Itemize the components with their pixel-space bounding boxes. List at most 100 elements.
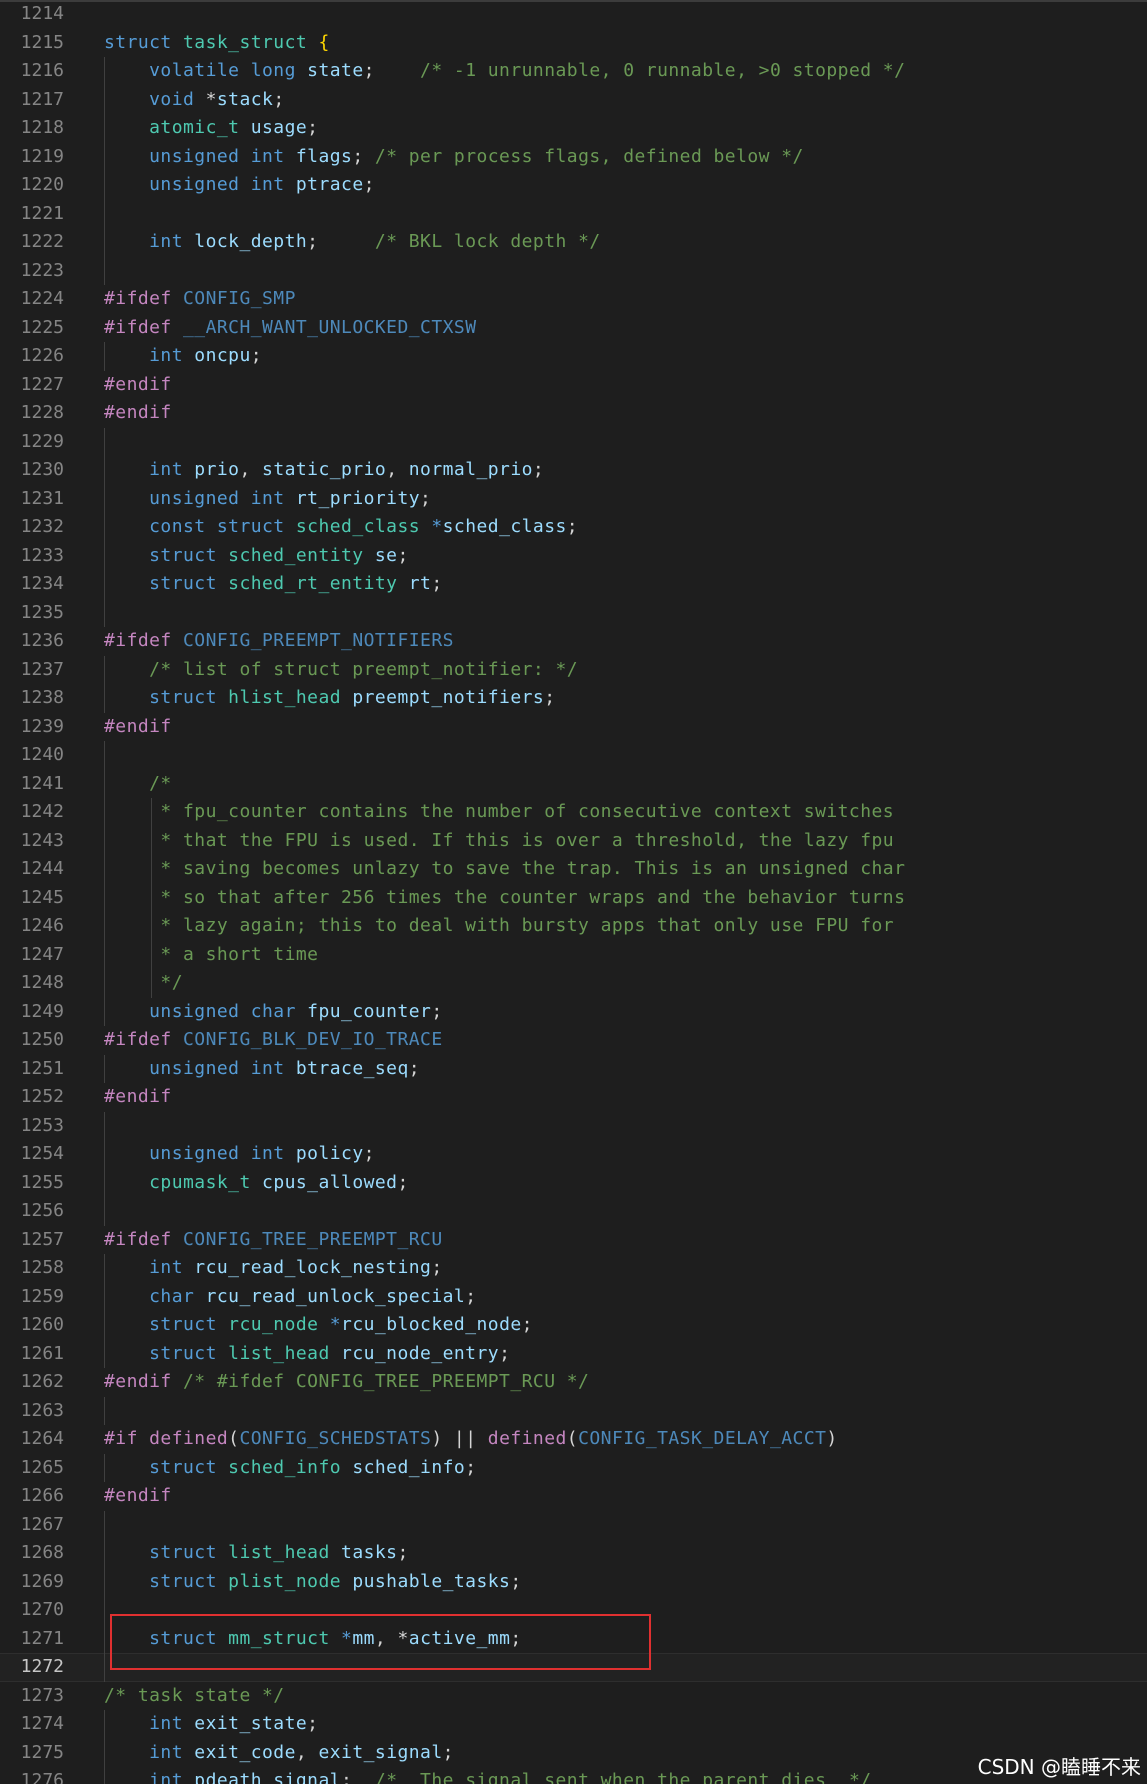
code-text[interactable]: struct sched_info sched_info; bbox=[104, 1454, 476, 1483]
code-text[interactable]: * lazy again; this to deal with bursty a… bbox=[104, 912, 894, 941]
code-text[interactable]: struct plist_node pushable_tasks; bbox=[104, 1568, 522, 1597]
code-line[interactable]: 1259 char rcu_read_unlock_special; bbox=[0, 1282, 1147, 1312]
code-line[interactable]: 1220 unsigned int ptrace; bbox=[0, 171, 1147, 200]
code-text[interactable]: #endif bbox=[104, 399, 172, 428]
code-line[interactable]: 1255 cpumask_t cpus_allowed; bbox=[0, 1168, 1147, 1198]
code-line[interactable]: 1219 unsigned int flags; /* per process … bbox=[0, 142, 1147, 172]
code-line[interactable]: 1260 struct rcu_node *rcu_blocked_node; bbox=[0, 1311, 1147, 1340]
code-line[interactable]: 1245 * so that after 256 times the count… bbox=[0, 883, 1147, 913]
code-line[interactable]: 1258 int rcu_read_lock_nesting; bbox=[0, 1254, 1147, 1283]
code-text[interactable]: /* bbox=[104, 770, 172, 799]
code-line[interactable]: 1227 #endif bbox=[0, 371, 1147, 400]
code-line[interactable]: 1236 #ifdef CONFIG_PREEMPT_NOTIFIERS bbox=[0, 627, 1147, 656]
code-line[interactable]: 1275 int exit_code, exit_signal; bbox=[0, 1738, 1147, 1768]
code-editor[interactable]: 1214 1215 struct task_struct {1216 volatil… bbox=[0, 0, 1147, 1784]
code-text[interactable]: #ifdef CONFIG_BLK_DEV_IO_TRACE bbox=[104, 1026, 443, 1055]
code-line[interactable]: 1242 * fpu_counter contains the number o… bbox=[0, 798, 1147, 827]
code-line[interactable]: 1222 int lock_depth; /* BKL lock depth *… bbox=[0, 228, 1147, 257]
code-line[interactable]: 1228 #endif bbox=[0, 399, 1147, 428]
code-line[interactable]: 1230 int prio, static_prio, normal_prio; bbox=[0, 456, 1147, 485]
code-text[interactable]: struct task_struct { bbox=[104, 29, 330, 58]
code-text[interactable]: #ifdef CONFIG_SMP bbox=[104, 285, 296, 314]
code-line[interactable]: 1256 bbox=[0, 1197, 1147, 1226]
code-line[interactable]: 1264 #if defined(CONFIG_SCHEDSTATS) || de… bbox=[0, 1425, 1147, 1454]
code-line[interactable]: 1248 */ bbox=[0, 969, 1147, 998]
code-line[interactable]: 1238 struct hlist_head preempt_notifiers… bbox=[0, 684, 1147, 713]
code-text[interactable]: #endif bbox=[104, 1482, 172, 1511]
code-line[interactable]: 1241 /* bbox=[0, 769, 1147, 799]
code-text[interactable]: struct sched_entity se; bbox=[104, 542, 409, 571]
code-line[interactable]: 1216 volatile long state; /* -1 unrunnab… bbox=[0, 57, 1147, 86]
code-text[interactable]: cpumask_t cpus_allowed; bbox=[104, 1169, 409, 1198]
code-line[interactable]: 1265 struct sched_info sched_info; bbox=[0, 1453, 1147, 1483]
code-line[interactable]: 1250 #ifdef CONFIG_BLK_DEV_IO_TRACE bbox=[0, 1026, 1147, 1055]
code-text[interactable]: unsigned int btrace_seq; bbox=[104, 1055, 420, 1084]
code-text[interactable]: atomic_t usage; bbox=[104, 114, 318, 143]
code-text[interactable]: int rcu_read_lock_nesting; bbox=[104, 1254, 443, 1283]
code-text[interactable]: int prio, static_prio, normal_prio; bbox=[104, 456, 544, 485]
code-line[interactable]: 1239 #endif bbox=[0, 713, 1147, 742]
code-text[interactable]: #ifdef CONFIG_PREEMPT_NOTIFIERS bbox=[104, 627, 454, 656]
code-text[interactable]: unsigned int ptrace; bbox=[104, 171, 375, 200]
code-line[interactable]: 1221 bbox=[0, 199, 1147, 228]
code-line[interactable]: 1237 /* list of struct preempt_notifier:… bbox=[0, 655, 1147, 685]
code-line[interactable]: 1266 #endif bbox=[0, 1482, 1147, 1511]
code-line[interactable]: 1257 #ifdef CONFIG_TREE_PREEMPT_RCU bbox=[0, 1226, 1147, 1255]
code-line[interactable]: 1267 bbox=[0, 1510, 1147, 1539]
code-text[interactable]: */ bbox=[104, 969, 183, 998]
code-line[interactable]: 1249 unsigned char fpu_counter; bbox=[0, 997, 1147, 1027]
code-text[interactable]: #endif bbox=[104, 1083, 172, 1112]
code-text[interactable]: #endif bbox=[104, 371, 172, 400]
code-text[interactable]: /* task state */ bbox=[104, 1682, 285, 1711]
code-text[interactable]: unsigned int rt_priority; bbox=[104, 485, 431, 514]
code-text[interactable]: char rcu_read_unlock_special; bbox=[104, 1283, 477, 1312]
code-text[interactable]: struct sched_rt_entity rt; bbox=[104, 570, 443, 599]
code-text[interactable]: * a short time bbox=[104, 941, 318, 970]
code-line[interactable]: 1274 int exit_state; bbox=[0, 1710, 1147, 1739]
code-line[interactable]: 1269 struct plist_node pushable_tasks; bbox=[0, 1567, 1147, 1597]
code-text[interactable]: #ifdef __ARCH_WANT_UNLOCKED_CTXSW bbox=[104, 314, 476, 343]
code-line[interactable]: 1229 bbox=[0, 427, 1147, 456]
code-text[interactable]: int exit_code, exit_signal; bbox=[104, 1739, 454, 1768]
code-line[interactable]: 1226 int oncpu; bbox=[0, 342, 1147, 371]
code-line[interactable]: 1214 bbox=[0, 0, 1147, 29]
code-line[interactable]: 1235 bbox=[0, 598, 1147, 627]
code-line[interactable]: 1233 struct sched_entity se; bbox=[0, 541, 1147, 571]
code-text[interactable]: unsigned int policy; bbox=[104, 1140, 375, 1169]
code-text[interactable]: struct rcu_node *rcu_blocked_node; bbox=[104, 1311, 533, 1340]
code-line[interactable]: 1268 struct list_head tasks; bbox=[0, 1539, 1147, 1568]
code-line[interactable]: 1246 * lazy again; this to deal with bur… bbox=[0, 912, 1147, 941]
code-line[interactable]: 1252 #endif bbox=[0, 1083, 1147, 1112]
code-line[interactable]: 1261 struct list_head rcu_node_entry; bbox=[0, 1339, 1147, 1369]
code-line[interactable]: 1215 struct task_struct { bbox=[0, 29, 1147, 58]
code-line[interactable]: 1253 bbox=[0, 1111, 1147, 1140]
code-text[interactable]: int lock_depth; /* BKL lock depth */ bbox=[104, 228, 601, 257]
code-line[interactable]: 1225 #ifdef __ARCH_WANT_UNLOCKED_CTXSW bbox=[0, 314, 1147, 343]
code-text[interactable]: * saving becomes unlazy to save the trap… bbox=[104, 855, 905, 884]
code-line[interactable]: 1262 #endif /* #ifdef CONFIG_TREE_PREEMPT… bbox=[0, 1368, 1147, 1397]
code-text[interactable]: struct list_head rcu_node_entry; bbox=[104, 1340, 510, 1369]
code-line[interactable]: 1224 #ifdef CONFIG_SMP bbox=[0, 285, 1147, 314]
code-line[interactable]: 1263 bbox=[0, 1396, 1147, 1425]
code-text[interactable]: #endif bbox=[104, 713, 172, 742]
code-line[interactable]: 1231 unsigned int rt_priority; bbox=[0, 484, 1147, 514]
code-line[interactable]: 1234 struct sched_rt_entity rt; bbox=[0, 570, 1147, 599]
code-text[interactable]: const struct sched_class *sched_class; bbox=[104, 513, 578, 542]
code-text[interactable]: * that the FPU is used. If this is over … bbox=[104, 827, 894, 856]
code-text[interactable]: struct list_head tasks; bbox=[104, 1539, 409, 1568]
code-line[interactable]: 1243 * that the FPU is used. If this is … bbox=[0, 826, 1147, 856]
code-text[interactable]: * so that after 256 times the counter wr… bbox=[104, 884, 905, 913]
code-text[interactable]: unsigned int flags; /* per process flags… bbox=[104, 143, 804, 172]
code-text[interactable]: /* list of struct preempt_notifier: */ bbox=[104, 656, 578, 685]
code-line[interactable]: 1240 bbox=[0, 741, 1147, 770]
code-line[interactable]: 1247 * a short time bbox=[0, 940, 1147, 970]
code-text[interactable]: int exit_state; bbox=[104, 1710, 318, 1739]
code-line[interactable]: 1276 int pdeath_signal; /* The signal se… bbox=[0, 1767, 1147, 1784]
code-line[interactable]: 1223 bbox=[0, 256, 1147, 285]
code-text[interactable]: volatile long state; /* -1 unrunnable, 0… bbox=[104, 57, 905, 86]
code-line[interactable]: 1244 * saving becomes unlazy to save the… bbox=[0, 855, 1147, 884]
code-text[interactable]: void *stack; bbox=[104, 86, 285, 115]
code-lines[interactable]: 1214 1215 struct task_struct {1216 volatil… bbox=[0, 0, 1147, 1784]
code-text[interactable]: unsigned char fpu_counter; bbox=[104, 998, 443, 1027]
code-text[interactable]: int pdeath_signal; /* The signal sent wh… bbox=[104, 1767, 872, 1784]
